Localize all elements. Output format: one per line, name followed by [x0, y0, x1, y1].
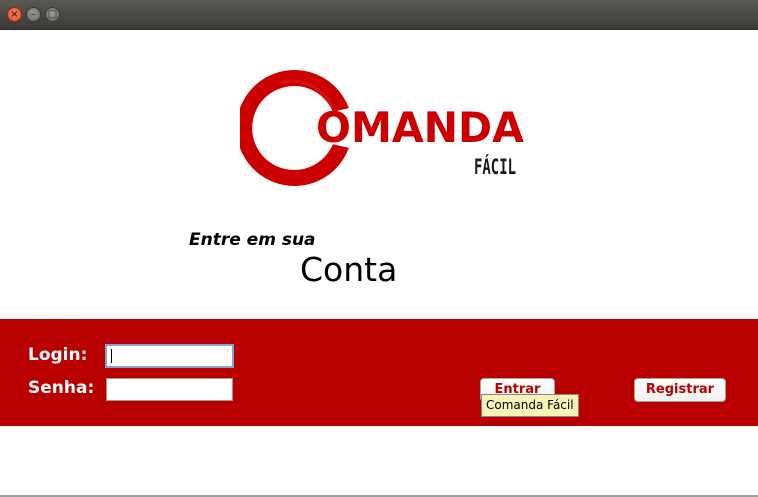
logo-tagline-text: FÁCIL	[474, 154, 516, 179]
login-input[interactable]	[105, 344, 234, 368]
password-input[interactable]	[106, 378, 233, 401]
registrar-button[interactable]: Registrar	[634, 378, 726, 402]
login-heading: Conta	[300, 250, 398, 289]
tooltip: Comanda Fácil	[481, 394, 579, 417]
text-caret	[111, 349, 112, 363]
window-titlebar: × – □	[0, 0, 758, 30]
maximize-window-icon[interactable]: □	[45, 7, 60, 22]
comanda-facil-logo: OMANDA FÁCIL	[240, 70, 524, 186]
login-label: Login:	[28, 345, 88, 365]
password-label: Senha:	[28, 378, 95, 398]
logo-brand-text: OMANDA	[316, 103, 524, 152]
login-subtitle: Entre em sua	[189, 230, 316, 250]
minimize-window-icon[interactable]: –	[26, 7, 41, 22]
login-panel: Login: Senha: Entrar Registrar	[0, 319, 758, 426]
close-window-icon[interactable]: ×	[7, 7, 22, 22]
